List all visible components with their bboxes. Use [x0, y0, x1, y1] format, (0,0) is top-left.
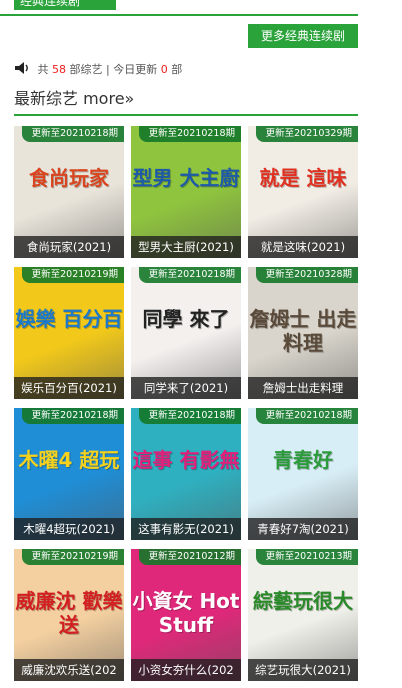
show-title[interactable]: 这事有影无(2021) — [131, 518, 241, 540]
show-title[interactable]: 威廉沈欢乐送(202 — [14, 659, 124, 681]
show-title[interactable]: 型男大主厨(2021) — [131, 236, 241, 258]
variety-card[interactable]: 綜藝玩很大 更新至20210213期综艺玩很大(2021) — [248, 549, 358, 681]
update-badge: 更新至20210218期 — [138, 126, 241, 142]
update-badge: 更新至20210212期 — [138, 549, 241, 565]
show-title[interactable]: 娱乐百分百(2021) — [14, 377, 124, 399]
variety-card[interactable]: 娛樂 百分百 更新至20210219期娱乐百分百(2021) — [14, 267, 124, 399]
update-badge: 更新至20210218期 — [21, 126, 124, 142]
more-classic-drama-button[interactable]: 更多经典连续剧 — [248, 24, 358, 48]
variety-card[interactable]: 木曜4 超玩 更新至20210218期木曜4超玩(2021) — [14, 408, 124, 540]
update-badge: 更新至20210218期 — [138, 267, 241, 283]
stats-total-count: 58 — [52, 63, 66, 76]
show-logo: 娛樂 百分百 — [15, 307, 123, 331]
update-badge: 更新至20210328期 — [255, 267, 358, 283]
update-badge: 更新至20210218期 — [138, 408, 241, 424]
variety-card[interactable]: 同學 來了 更新至20210218期同学来了(2021) — [131, 267, 241, 399]
show-logo: 這事 有影無 — [132, 448, 240, 472]
show-title[interactable]: 木曜4超玩(2021) — [14, 518, 124, 540]
show-logo: 食尚玩家 — [29, 166, 109, 190]
show-title[interactable]: 同学来了(2021) — [131, 377, 241, 399]
variety-card[interactable]: 小資女 Hot Stuff 更新至20210212期小资女夯什么(202 — [131, 549, 241, 681]
show-logo: 木曜4 超玩 — [18, 448, 120, 472]
update-badge: 更新至20210218期 — [255, 408, 358, 424]
show-title[interactable]: 青春好7淘(2021) — [248, 518, 358, 540]
variety-card[interactable]: 威廉沈 歡樂送 更新至20210219期威廉沈欢乐送(202 — [14, 549, 124, 681]
show-logo: 小資女 Hot Stuff — [132, 589, 240, 637]
section-divider — [14, 114, 358, 116]
update-badge: 更新至20210329期 — [255, 126, 358, 142]
variety-card[interactable]: 型男 大主廚 更新至20210218期型男大主厨(2021) — [131, 126, 241, 258]
classic-drama-title: 经典连续剧 — [14, 0, 116, 10]
show-logo: 詹姆士 出走料理 — [249, 307, 357, 355]
stats-middle: 部综艺 | 今日更新 — [69, 63, 158, 76]
variety-card[interactable]: 青春好 更新至20210218期青春好7淘(2021) — [248, 408, 358, 540]
show-logo: 同學 來了 — [142, 307, 230, 331]
update-badge: 更新至20210213期 — [255, 549, 358, 565]
stats-suffix: 部 — [171, 63, 183, 76]
show-logo: 就是 這味 — [259, 166, 347, 190]
show-title[interactable]: 就是这味(2021) — [248, 236, 358, 258]
variety-card[interactable]: 這事 有影無 更新至20210218期这事有影无(2021) — [131, 408, 241, 540]
variety-card[interactable]: 詹姆士 出走料理 更新至20210328期詹姆士出走料理 — [248, 267, 358, 399]
classic-drama-header: 经典连续剧 — [0, 0, 358, 16]
variety-card[interactable]: 就是 這味 更新至20210329期就是这味(2021) — [248, 126, 358, 258]
show-title[interactable]: 詹姆士出走料理 — [248, 377, 358, 399]
show-title[interactable]: 综艺玩很大(2021) — [248, 659, 358, 681]
variety-stats: 共 58 部综艺 | 今日更新 0 部 — [14, 61, 182, 77]
show-title[interactable]: 小资女夯什么(202 — [131, 659, 241, 681]
update-badge: 更新至20210219期 — [21, 549, 124, 565]
latest-variety-title[interactable]: 最新综艺 more» — [14, 88, 134, 110]
stats-today-count: 0 — [160, 63, 168, 76]
stats-prefix: 共 — [37, 63, 49, 76]
update-badge: 更新至20210218期 — [21, 408, 124, 424]
show-logo: 威廉沈 歡樂送 — [15, 589, 123, 637]
update-badge: 更新至20210219期 — [21, 267, 124, 283]
show-title[interactable]: 食尚玩家(2021) — [14, 236, 124, 258]
variety-card[interactable]: 食尚玩家 更新至20210218期食尚玩家(2021) — [14, 126, 124, 258]
speaker-icon — [15, 62, 28, 74]
show-logo: 綜藝玩很大 — [253, 589, 353, 613]
show-logo: 型男 大主廚 — [132, 166, 240, 190]
show-logo: 青春好 — [273, 448, 333, 472]
